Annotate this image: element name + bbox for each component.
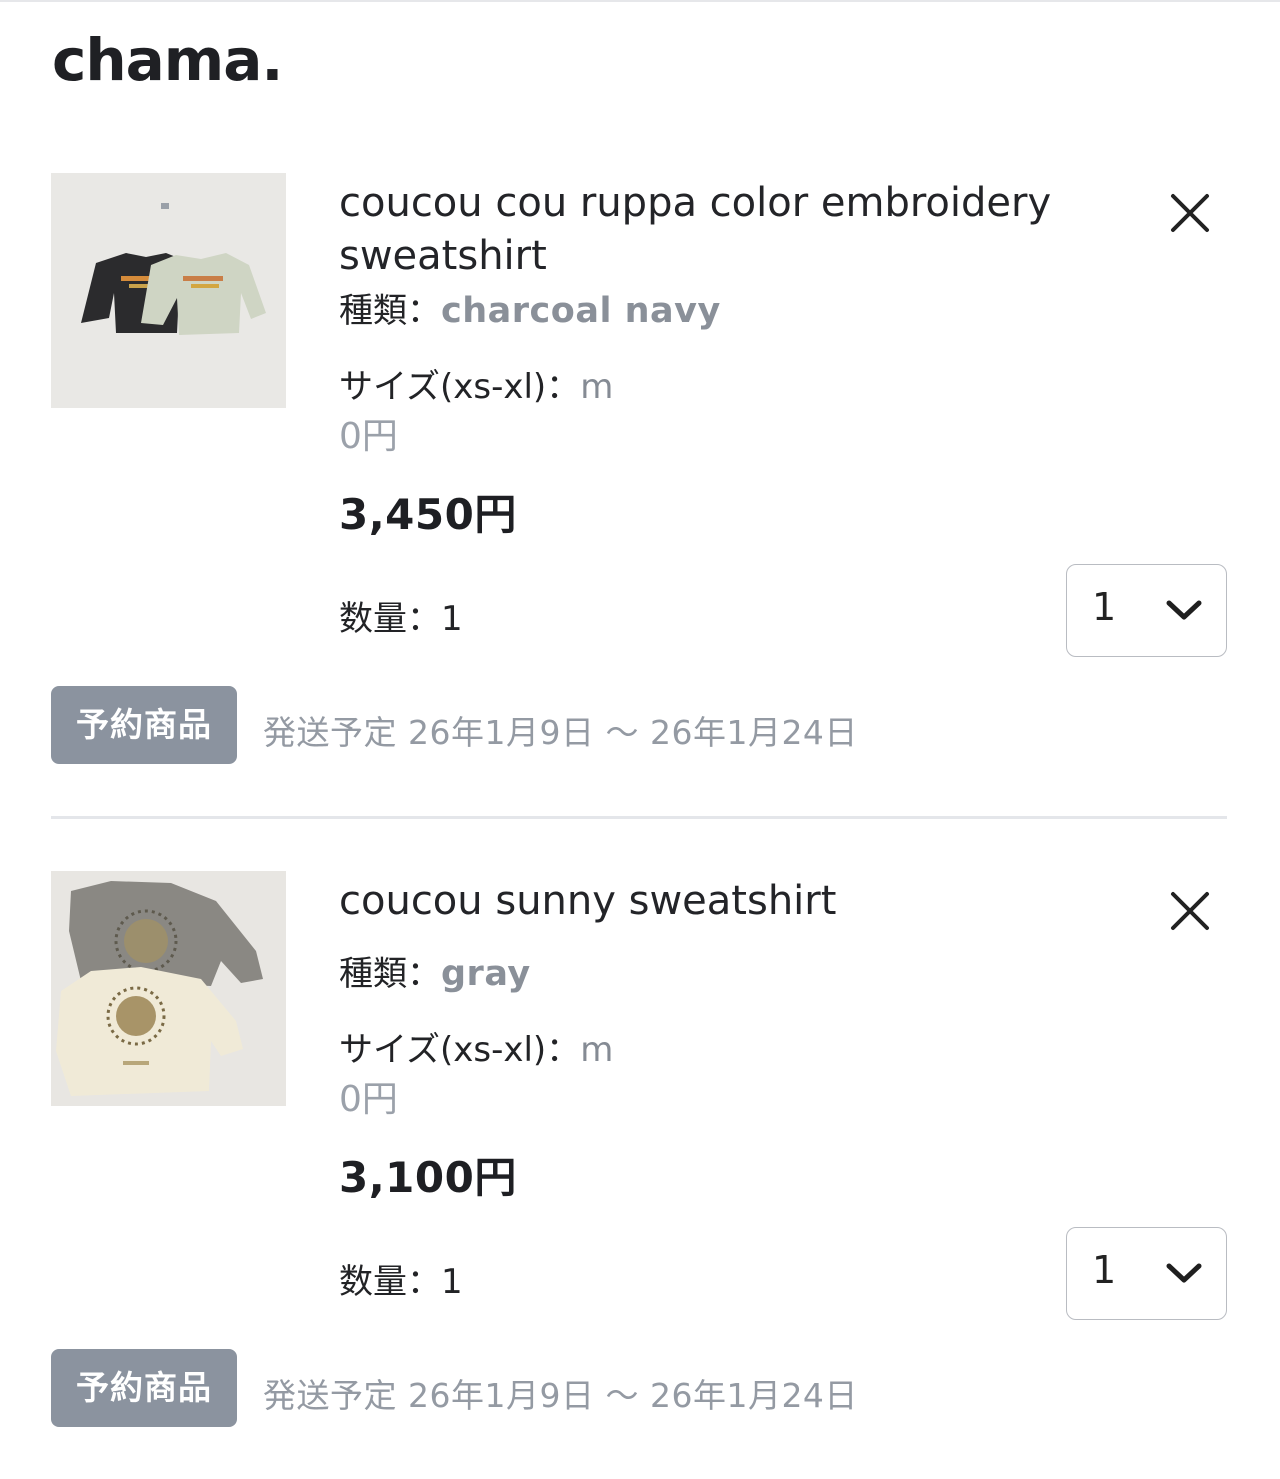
cart-item: coucou sunny sweatshirt 種類：gray サイズ(xs-x… [0, 871, 1280, 1479]
chevron-down-icon [1166, 1263, 1202, 1283]
product-image[interactable] [51, 871, 286, 1106]
option-price: 0円 [339, 1079, 398, 1120]
product-title[interactable]: coucou sunny sweatshirt [339, 875, 1119, 928]
product-title[interactable]: coucou cou ruppa color embroidery sweats… [339, 177, 1119, 283]
variant-value: charcoal navy [441, 291, 721, 331]
store-logo[interactable]: chama. [52, 26, 283, 94]
quantity-select[interactable]: 1 [1066, 1227, 1227, 1320]
variant-value: gray [441, 954, 531, 994]
quantity-label: 数量：1 [339, 599, 463, 639]
item-price: 3,450円 [339, 490, 517, 539]
close-icon [1171, 194, 1209, 232]
remove-item-button[interactable] [1166, 887, 1214, 935]
quantity-label: 数量：1 [339, 1262, 463, 1302]
variant-row: 種類：charcoal navy [339, 283, 721, 332]
preorder-badge: 予約商品 [51, 1349, 237, 1427]
variant-label: 種類： [339, 291, 441, 331]
size-label: サイズ(xs-xl)： [339, 1030, 581, 1070]
variant-row: 種類：gray [339, 946, 531, 995]
item-divider [51, 816, 1227, 819]
size-row: サイズ(xs-xl)：m [339, 1022, 613, 1071]
shipping-schedule: 発送予定 26年1月9日 ～ 26年1月24日 [263, 713, 858, 752]
close-icon [1171, 892, 1209, 930]
item-price: 3,100円 [339, 1153, 517, 1202]
size-value: m [580, 1030, 614, 1070]
product-image[interactable] [51, 173, 286, 408]
quantity-value: 1 [1092, 1248, 1117, 1292]
remove-item-button[interactable] [1166, 189, 1214, 237]
variant-label: 種類： [339, 954, 441, 994]
shipping-schedule: 発送予定 26年1月9日 ～ 26年1月24日 [263, 1376, 858, 1415]
quantity-select[interactable]: 1 [1066, 564, 1227, 657]
size-value: m [580, 367, 614, 407]
size-label: サイズ(xs-xl)： [339, 367, 581, 407]
size-row: サイズ(xs-xl)：m [339, 359, 613, 408]
preorder-badge: 予約商品 [51, 686, 237, 764]
top-border [0, 0, 1280, 2]
chevron-down-icon [1166, 600, 1202, 620]
cart-item: coucou cou ruppa color embroidery sweats… [0, 173, 1280, 813]
option-price: 0円 [339, 416, 398, 457]
quantity-value: 1 [1092, 585, 1117, 629]
